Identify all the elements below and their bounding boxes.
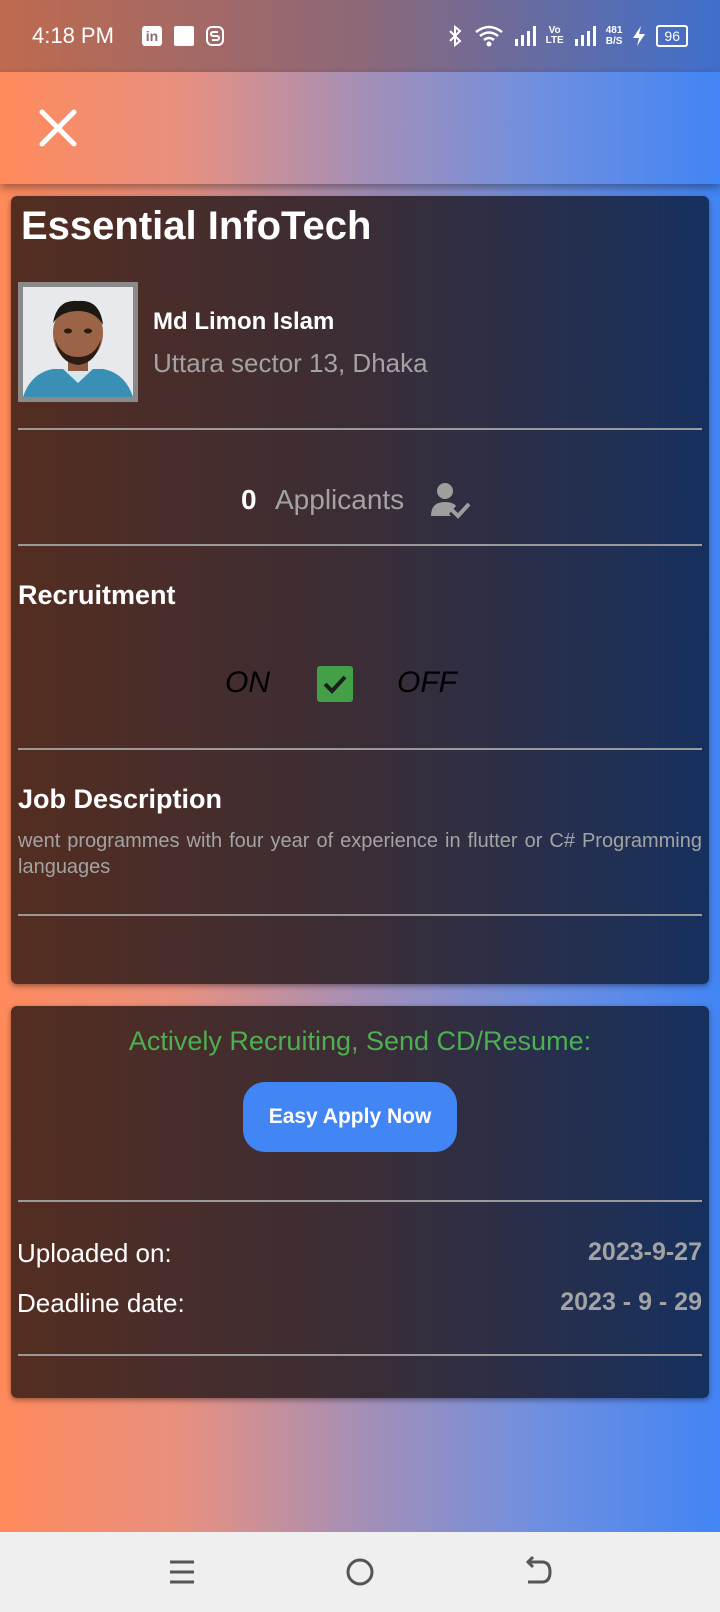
app-bar	[0, 72, 720, 184]
network-speed-value: 481	[605, 25, 623, 36]
volte-icon: Vo LTE	[546, 26, 564, 46]
battery-indicator: 96	[656, 25, 688, 47]
divider	[18, 1200, 702, 1202]
menu-icon	[170, 1560, 194, 1584]
status-time: 4:18 PM	[32, 23, 114, 48]
deadline-value: 2023 - 9 - 29	[560, 1288, 702, 1316]
recruitment-checkbox[interactable]	[317, 666, 353, 702]
divider	[18, 914, 702, 916]
divider	[18, 748, 702, 750]
recruitment-title: Recruitment	[18, 580, 176, 610]
deadline-label: Deadline date:	[17, 1288, 185, 1318]
easy-apply-button[interactable]: Easy Apply Now	[243, 1082, 457, 1152]
divider	[18, 428, 702, 430]
applicants-label: Applicants	[275, 484, 405, 515]
divider	[18, 544, 702, 546]
poster-name: Md Limon Islam	[153, 308, 335, 335]
nav-back-button[interactable]	[518, 1552, 558, 1592]
poster-location: Uttara sector 13, Dhaka	[153, 348, 428, 378]
nav-home-button[interactable]	[340, 1552, 380, 1592]
check-icon	[323, 675, 347, 694]
uploaded-label: Uploaded on:	[17, 1238, 172, 1268]
applicants-count: 0	[241, 484, 257, 515]
system-nav-bar	[0, 1532, 720, 1612]
notification-square-icon	[173, 26, 194, 46]
company-name: Essential InfoTech	[21, 204, 372, 248]
person-check-icon	[431, 482, 471, 520]
home-circle-icon	[346, 1558, 374, 1586]
signal-icon	[514, 25, 536, 47]
uploaded-value: 2023-9-27	[588, 1238, 702, 1266]
divider	[18, 1354, 702, 1356]
job-description-title: Job Description	[18, 784, 223, 814]
signal-2-icon	[574, 25, 596, 47]
linkedin-icon: in	[141, 26, 162, 46]
wifi-icon	[474, 24, 504, 48]
apply-card: Actively Recruiting, Send CD/Resume: Eas…	[11, 1006, 709, 1398]
network-speed-unit: B/S	[605, 36, 623, 47]
recruitment-off-label: OFF	[397, 666, 457, 699]
close-button[interactable]	[32, 102, 84, 154]
network-speed: 481 B/S	[606, 25, 623, 47]
close-icon	[39, 109, 77, 147]
charging-icon	[632, 25, 646, 47]
job-description-text: went programmes with four year of experi…	[18, 830, 702, 878]
status-bar: 4:18 PM in Vo LTE 481 B/S 96	[0, 0, 720, 72]
job-details-card: Essential InfoTech Md Limon Islam Uttara…	[11, 196, 709, 984]
avatar	[18, 282, 138, 402]
nav-menu-button[interactable]	[162, 1552, 202, 1592]
bluetooth-icon	[446, 24, 464, 48]
back-icon	[525, 1555, 552, 1584]
s-app-icon	[205, 26, 224, 46]
recruitment-on-label: ON	[225, 666, 270, 699]
volte-bottom: LTE	[545, 35, 564, 46]
recruiting-status-text: Actively Recruiting, Send CD/Resume:	[128, 1026, 592, 1056]
